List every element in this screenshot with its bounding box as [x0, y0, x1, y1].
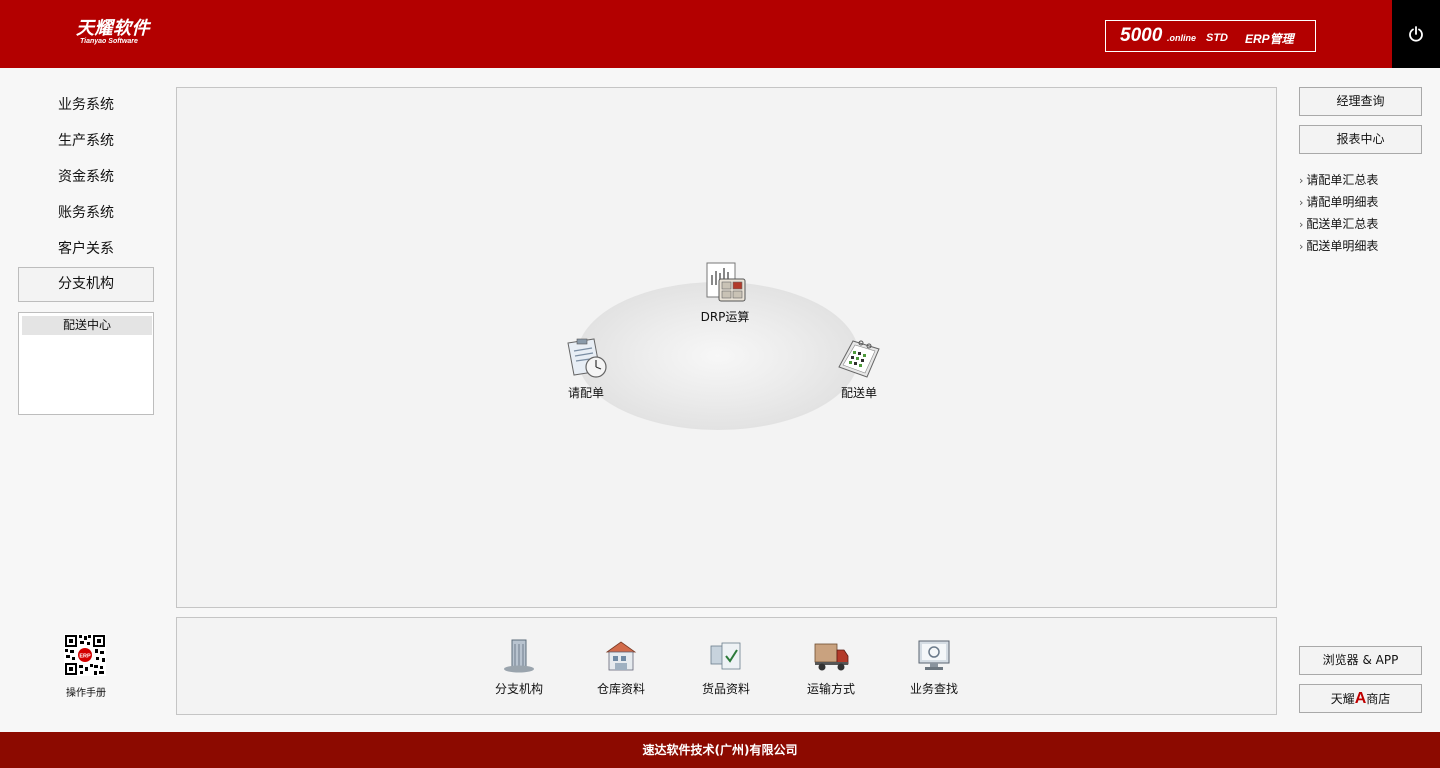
sidebar-item-accounting[interactable]: 账务系统 — [18, 198, 154, 228]
calendar-icon — [838, 340, 880, 378]
browser-app-button[interactable]: 浏览器 & APP — [1299, 646, 1422, 675]
power-icon — [1409, 26, 1423, 42]
tianyao-logo: 天耀软件 Tianyao Software — [76, 18, 166, 46]
chevron-right-icon: › — [1299, 174, 1304, 187]
flow-node-drp[interactable]: DRP运算 — [680, 261, 770, 325]
module-label: 分支机构 — [494, 682, 543, 696]
store-button[interactable]: 天耀A商店 — [1299, 684, 1422, 713]
flow-node-delivery[interactable]: 配送单 — [814, 337, 904, 401]
sidebar-item-business[interactable]: 业务系统 — [18, 90, 154, 120]
store-prefix: 天耀 — [1330, 692, 1355, 706]
report-link[interactable]: › 配送单明细表 — [1299, 238, 1429, 255]
power-button[interactable] — [1392, 0, 1440, 68]
module-goods[interactable]: 货品资料 — [686, 638, 766, 697]
qr-code-icon[interactable]: ERP — [64, 634, 106, 676]
module-label: 业务查找 — [909, 682, 958, 696]
goods-check-icon — [710, 642, 741, 670]
module-label: 货品资料 — [701, 682, 750, 696]
header-bar: 天耀软件 Tianyao Software 5000 .online STD E… — [0, 0, 1440, 68]
warehouse-icon — [605, 641, 637, 671]
clipboard-clock-icon — [567, 338, 607, 378]
sub-menu-panel: 配送中心 — [18, 312, 154, 415]
manager-query-button[interactable]: 经理查询 — [1299, 87, 1422, 116]
report-link-label: 配送单明细表 — [1306, 239, 1379, 253]
sidebar-item-crm[interactable]: 客户关系 — [18, 234, 154, 264]
report-link[interactable]: › 配送单汇总表 — [1299, 216, 1429, 233]
report-link-label: 请配单明细表 — [1306, 195, 1379, 209]
sub-item-distribution-center[interactable]: 配送中心 — [22, 316, 152, 335]
flow-node-request[interactable]: 请配单 — [541, 337, 631, 401]
report-center-button[interactable]: 报表中心 — [1299, 125, 1422, 154]
sidebar-item-finance[interactable]: 资金系统 — [18, 162, 154, 192]
store-suffix: 商店 — [1366, 692, 1391, 706]
workflow-panel: DRP运算 请配单 配送单 — [176, 87, 1277, 608]
chevron-right-icon: › — [1299, 240, 1304, 253]
report-link-label: 请配单汇总表 — [1306, 173, 1379, 187]
module-transport[interactable]: 运输方式 — [791, 638, 871, 697]
module-branch[interactable]: 分支机构 — [479, 638, 559, 697]
report-link-label: 配送单汇总表 — [1306, 217, 1379, 231]
manual-label[interactable]: 操作手册 — [56, 684, 116, 699]
report-link[interactable]: › 请配单汇总表 — [1299, 172, 1429, 189]
product-online: .online — [1167, 33, 1196, 43]
logo-text-en: Tianyao Software — [80, 38, 138, 45]
flow-node-label: 配送单 — [840, 386, 877, 400]
module-warehouse[interactable]: 仓库资料 — [581, 638, 661, 697]
chevron-right-icon: › — [1299, 218, 1304, 231]
flow-node-label: DRP运算 — [700, 310, 750, 324]
sidebar-item-production[interactable]: 生产系统 — [18, 126, 154, 156]
module-bar: 分支机构 仓库资料 货品资料 运输方式 业务查找 — [176, 617, 1277, 715]
logo-text-cn: 天耀软件 — [76, 18, 150, 38]
module-business-search[interactable]: 业务查找 — [894, 638, 974, 697]
report-link[interactable]: › 请配单明细表 — [1299, 194, 1429, 211]
monitor-search-icon — [918, 640, 950, 670]
product-erp: ERP管理 — [1245, 32, 1294, 46]
store-logo-icon: A — [1354, 690, 1367, 707]
product-badge: 5000 .online STD ERP管理 — [1105, 20, 1316, 52]
chevron-right-icon: › — [1299, 196, 1304, 209]
module-label: 运输方式 — [806, 682, 855, 696]
company-name: 速达软件技术(广州)有限公司 — [642, 743, 798, 757]
building-icon — [504, 639, 534, 673]
module-label: 仓库资料 — [596, 682, 645, 696]
product-std: STD — [1206, 32, 1228, 44]
sidebar-item-branch[interactable]: 分支机构 — [18, 267, 154, 302]
product-number: 5000 — [1120, 25, 1163, 46]
footer-bar: 速达软件技术(广州)有限公司 — [0, 732, 1440, 768]
qr-badge-text: ERP — [79, 654, 91, 660]
truck-icon — [814, 643, 849, 671]
calculator-chart-icon — [706, 262, 746, 302]
flow-node-label: 请配单 — [567, 386, 604, 400]
